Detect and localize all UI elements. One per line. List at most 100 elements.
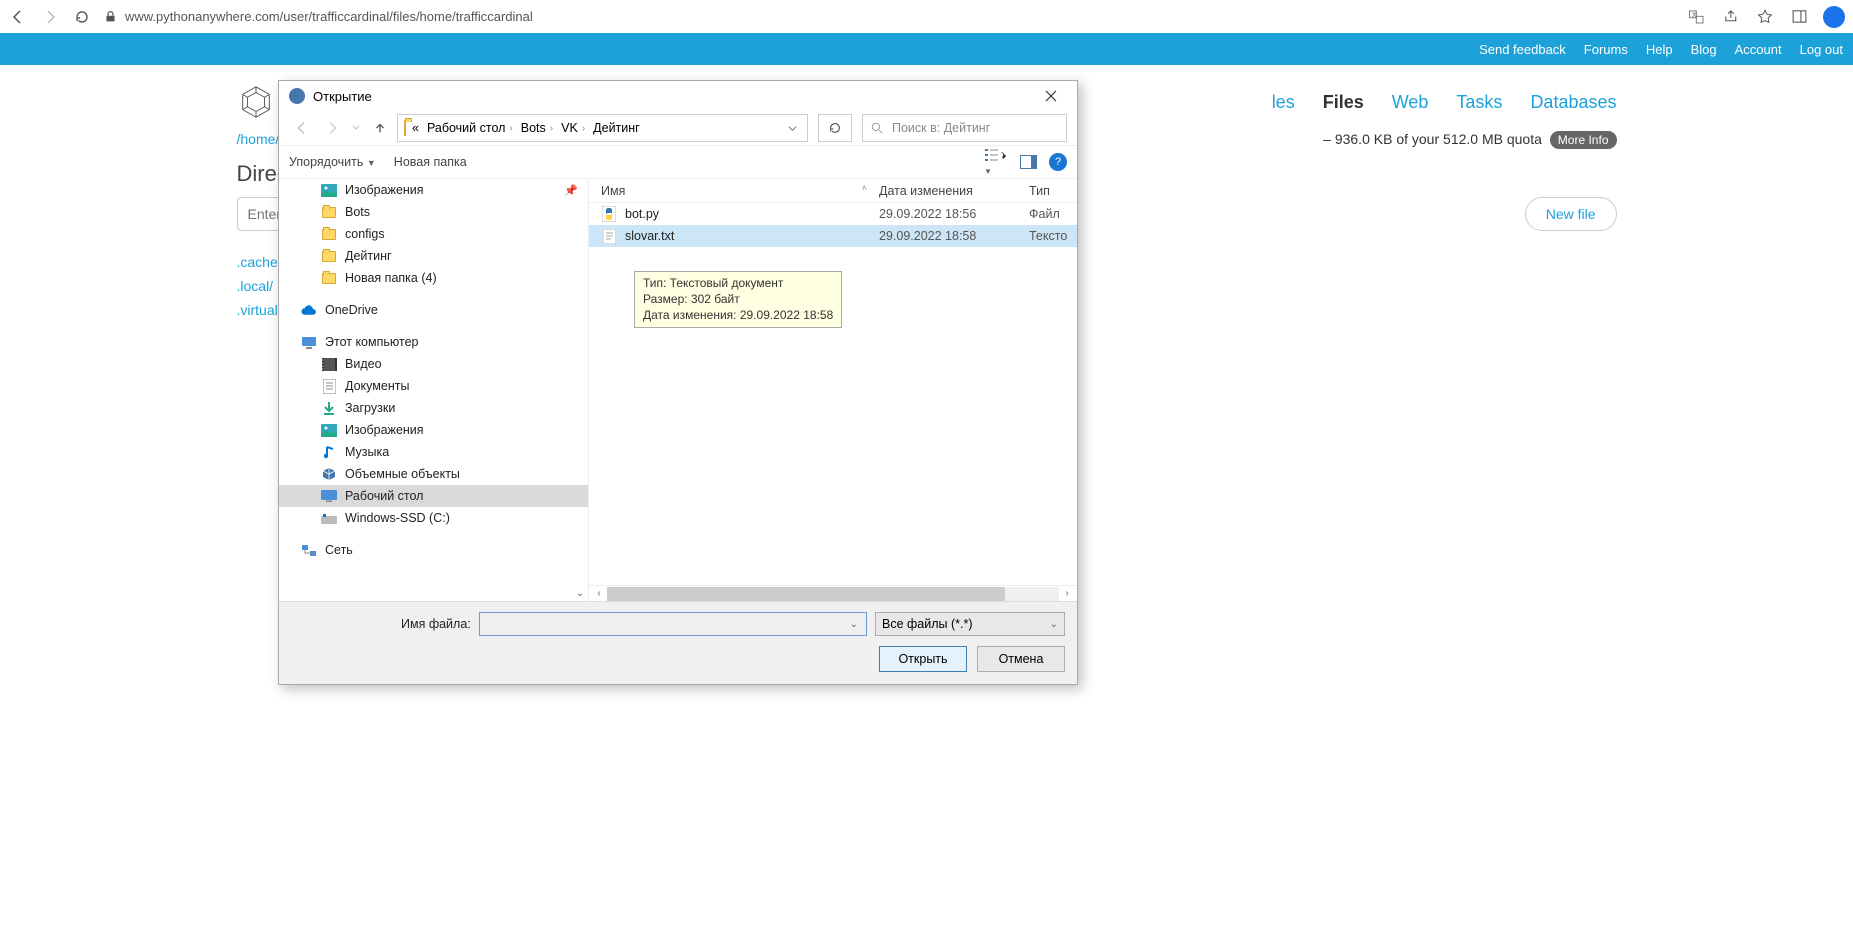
tab-tasks[interactable]: Tasks [1456, 92, 1502, 113]
dialog-toolbar: Упорядочить ▼ Новая папка ▼ ? [279, 145, 1077, 179]
tree-desktop[interactable]: Рабочий стол [279, 485, 588, 507]
column-date[interactable]: Дата изменения [879, 184, 1029, 198]
file-tooltip: Тип: Текстовый документ Размер: 302 байт… [634, 271, 842, 328]
tree-deyting[interactable]: Дейтинг [279, 245, 588, 267]
text-file-icon [601, 228, 617, 244]
tree-bots[interactable]: Bots [279, 201, 588, 223]
url-text: www.pythonanywhere.com/user/trafficcardi… [125, 9, 533, 24]
nav-account[interactable]: Account [1735, 42, 1782, 57]
dialog-up-button[interactable] [367, 115, 393, 141]
chrome-actions: 文 [1687, 6, 1845, 28]
profile-avatar[interactable] [1823, 6, 1845, 28]
tab-consoles-partial[interactable]: les [1272, 92, 1295, 113]
dialog-icon [289, 88, 305, 104]
star-icon[interactable] [1755, 7, 1775, 27]
dialog-recent-button[interactable] [349, 115, 363, 141]
dialog-tree[interactable]: Изображения📌 Bots configs Дейтинг Новая … [279, 179, 589, 601]
dialog-body: Изображения📌 Bots configs Дейтинг Новая … [279, 179, 1077, 601]
view-mode-button[interactable]: ▼ [984, 147, 1008, 177]
breadcrumb-deyting[interactable]: Дейтинг [591, 121, 642, 135]
tree-newfolder4[interactable]: Новая папка (4) [279, 267, 588, 289]
open-button[interactable]: Открыть [879, 646, 967, 672]
tab-databases[interactable]: Databases [1530, 92, 1616, 113]
nav-send-feedback[interactable]: Send feedback [1479, 42, 1566, 57]
filter-select[interactable]: Все файлы (*.*)⌄ [875, 612, 1065, 636]
scroll-left-icon[interactable]: ‹ [591, 588, 607, 599]
share-icon[interactable] [1721, 7, 1741, 27]
scroll-thumb[interactable] [607, 587, 1005, 601]
dialog-path-bar[interactable]: « Рабочий стол› Bots› VK› Дейтинг [397, 114, 808, 142]
tree-onedrive[interactable]: OneDrive [279, 299, 588, 321]
dialog-titlebar[interactable]: Открытие [279, 81, 1077, 111]
chevron-down-icon: ⌄ [1050, 619, 1058, 630]
breadcrumb-vk[interactable]: VK› [559, 121, 587, 135]
path-dropdown-icon[interactable] [784, 124, 801, 133]
tree-downloads[interactable]: Загрузки [279, 397, 588, 419]
cancel-button[interactable]: Отмена [977, 646, 1065, 672]
new-folder-button[interactable]: Новая папка [394, 155, 467, 169]
organize-menu[interactable]: Упорядочить ▼ [289, 155, 376, 169]
reload-button[interactable] [72, 7, 92, 27]
nav-blog[interactable]: Blog [1691, 42, 1717, 57]
nav-help[interactable]: Help [1646, 42, 1673, 57]
tree-images[interactable]: Изображения📌 [279, 179, 588, 201]
folder-icon [321, 204, 337, 220]
file-row[interactable]: bot.py 29.09.2022 18:56 Файл [589, 203, 1077, 225]
search-placeholder: Поиск в: Дейтинг [892, 121, 990, 135]
file-list-header[interactable]: Имя˄ Дата изменения Тип [589, 179, 1077, 203]
column-name[interactable]: Имя˄ [589, 184, 879, 198]
scroll-right-icon[interactable]: › [1059, 588, 1075, 599]
forward-button[interactable] [40, 7, 60, 27]
new-file-button[interactable]: New file [1525, 197, 1617, 231]
close-button[interactable] [1028, 81, 1073, 111]
python-file-icon [601, 206, 617, 222]
tree-scrollbar[interactable]: ⌄ [572, 179, 588, 601]
tree-cdrive[interactable]: Windows-SSD (C:) [279, 507, 588, 529]
help-button[interactable]: ? [1049, 153, 1067, 171]
tab-files[interactable]: Files [1323, 92, 1364, 113]
computer-icon [301, 334, 317, 350]
tree-music[interactable]: Музыка [279, 441, 588, 463]
more-info-badge[interactable]: More Info [1550, 131, 1617, 149]
nav-logout[interactable]: Log out [1800, 42, 1843, 57]
preview-pane-button[interactable] [1020, 155, 1037, 169]
search-icon [871, 122, 884, 135]
column-type[interactable]: Тип [1029, 184, 1077, 198]
breadcrumb-desktop[interactable]: Рабочий стол› [425, 121, 515, 135]
svg-text:文: 文 [1692, 10, 1698, 18]
dialog-title-text: Открытие [313, 89, 372, 104]
tree-network[interactable]: Сеть [279, 539, 588, 561]
dialog-forward-button[interactable] [319, 115, 345, 141]
tree-configs[interactable]: configs [279, 223, 588, 245]
drive-icon [321, 510, 337, 526]
filename-dropdown-icon[interactable]: ⌄ [846, 619, 862, 630]
filename-input[interactable]: ⌄ [479, 612, 867, 636]
tree-3dobjects[interactable]: Объемные объекты [279, 463, 588, 485]
breadcrumb-home[interactable]: /home/ [237, 131, 280, 147]
panel-icon[interactable] [1789, 7, 1809, 27]
breadcrumb-bots[interactable]: Bots› [519, 121, 555, 135]
dialog-refresh-button[interactable] [818, 114, 852, 142]
dialog-file-list: Имя˄ Дата изменения Тип bot.py 29.09.202… [589, 179, 1077, 601]
file-row[interactable]: slovar.txt 29.09.2022 18:58 Тексто [589, 225, 1077, 247]
filename-label: Имя файла: [401, 617, 471, 631]
address-bar[interactable]: www.pythonanywhere.com/user/trafficcardi… [104, 9, 1675, 24]
tree-images2[interactable]: Изображения [279, 419, 588, 441]
translate-icon[interactable]: 文 [1687, 7, 1707, 27]
dialog-search-input[interactable]: Поиск в: Дейтинг [862, 114, 1067, 142]
tree-thispc[interactable]: Этот компьютер [279, 331, 588, 353]
tab-web[interactable]: Web [1392, 92, 1429, 113]
nav-forums[interactable]: Forums [1584, 42, 1628, 57]
file-list-hscrollbar[interactable]: ‹ › [589, 585, 1077, 601]
pa-tabs: les Files Web Tasks Databases [1272, 92, 1617, 113]
dialog-bottom: Имя файла: ⌄ Все файлы (*.*)⌄ Открыть От… [279, 601, 1077, 684]
pa-logo-icon [237, 83, 275, 121]
tree-video[interactable]: Видео [279, 353, 588, 375]
pa-topnav: Send feedback Forums Help Blog Account L… [0, 33, 1853, 65]
dialog-back-button[interactable] [289, 115, 315, 141]
tree-documents[interactable]: Документы [279, 375, 588, 397]
breadcrumb-prefix: « [410, 121, 421, 135]
music-icon [321, 444, 337, 460]
folder-icon [404, 121, 406, 135]
back-button[interactable] [8, 7, 28, 27]
